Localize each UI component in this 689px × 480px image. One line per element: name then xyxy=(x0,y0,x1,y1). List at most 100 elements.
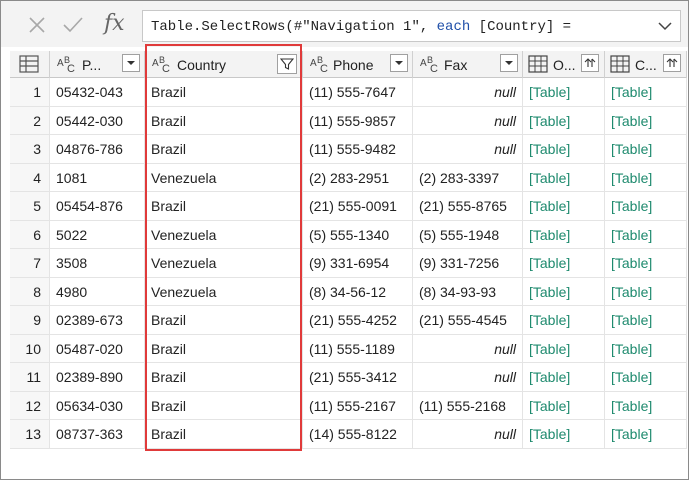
customers-link[interactable]: [Table] xyxy=(605,277,687,306)
postal-cell-text: 1081 xyxy=(56,169,88,186)
column-header-country[interactable]: ABC Country xyxy=(145,51,303,78)
phone-cell: (5) 555-1340 xyxy=(303,220,413,249)
dropdown-icon[interactable] xyxy=(500,54,518,72)
country-cell-text: Venezuela xyxy=(151,283,217,300)
phone-cell-text: (14) 555-8122 xyxy=(309,426,397,442)
column-header-fax[interactable]: ABC Fax xyxy=(413,51,523,78)
customers-link[interactable]: [Table] xyxy=(605,334,687,363)
phone-cell-text: (9) 331-6954 xyxy=(309,255,390,271)
formula-prefix: Table.SelectRows(#"Navigation 1", xyxy=(151,19,437,35)
postal-cell-text: 05454-876 xyxy=(56,198,123,214)
orders-link[interactable]: [Table] xyxy=(523,220,605,249)
table-type-icon xyxy=(528,55,548,76)
chevron-down-icon[interactable] xyxy=(656,18,674,39)
fax-cell: null xyxy=(413,363,523,392)
fax-cell: (8) 34-93-93 xyxy=(413,277,523,306)
fax-cell-text: (5) 555-1948 xyxy=(419,226,500,243)
column-header-orders[interactable]: O... xyxy=(523,51,605,78)
postal-cell: 05432-043 xyxy=(50,78,145,107)
customers-link[interactable]: [Table] xyxy=(605,220,687,249)
postal-cell: 02389-890 xyxy=(50,363,145,392)
close-icon[interactable] xyxy=(23,11,51,39)
orders-link[interactable]: [Table] xyxy=(523,106,605,135)
svg-text:C: C xyxy=(162,63,170,74)
customers-link-text: [Table] xyxy=(611,397,653,414)
phone-cell: (21) 555-4252 xyxy=(303,306,413,335)
table-row: 13 08737-363 Brazil (14) 555-8122 null [Table… xyxy=(10,420,687,449)
country-cell-text: Brazil xyxy=(151,397,187,414)
table-menu-button[interactable] xyxy=(10,51,50,78)
customers-link[interactable]: [Table] xyxy=(605,363,687,392)
postal-cell: 1081 xyxy=(50,163,145,192)
customers-link-text: [Table] xyxy=(611,169,653,186)
fax-cell-text: (21) 555-8765 xyxy=(419,198,507,214)
customers-link[interactable]: [Table] xyxy=(605,420,687,449)
phone-cell-text: (21) 555-0091 xyxy=(309,198,397,214)
orders-link[interactable]: [Table] xyxy=(523,277,605,306)
country-cell: Venezuela xyxy=(145,163,303,192)
customers-link[interactable]: [Table] xyxy=(605,135,687,164)
phone-cell-text: (11) 555-1189 xyxy=(309,340,395,357)
orders-link[interactable]: [Table] xyxy=(523,334,605,363)
table-row: 7 3508 Venezuela (9) 331-6954 (9) 331-7256 [T… xyxy=(10,249,687,278)
customers-link[interactable]: [Table] xyxy=(605,78,687,107)
country-cell: Brazil xyxy=(145,334,303,363)
phone-cell: (2) 283-2951 xyxy=(303,163,413,192)
customers-link[interactable]: [Table] xyxy=(605,306,687,335)
fax-cell-text: (11) 555-2168 xyxy=(419,397,506,414)
phone-cell: (11) 555-1189 xyxy=(303,334,413,363)
orders-link-text: [Table] xyxy=(529,84,571,100)
fax-cell: (9) 331-7256 xyxy=(413,249,523,278)
expand-icon[interactable] xyxy=(663,54,681,72)
customers-link-text: [Table] xyxy=(611,255,653,271)
orders-link[interactable]: [Table] xyxy=(523,306,605,335)
fax-cell: null xyxy=(413,334,523,363)
orders-link[interactable]: [Table] xyxy=(523,192,605,221)
column-header-postal[interactable]: ABC P... xyxy=(50,51,145,78)
column-header-phone[interactable]: ABC Phone xyxy=(303,51,413,78)
country-cell: Brazil xyxy=(145,420,303,449)
check-icon[interactable] xyxy=(59,11,87,39)
formula-input[interactable]: Table.SelectRows(#"Navigation 1", each [… xyxy=(142,10,681,42)
postal-cell: 02389-673 xyxy=(50,306,145,335)
country-cell: Brazil xyxy=(145,363,303,392)
phone-cell: (11) 555-7647 xyxy=(303,78,413,107)
customers-link[interactable]: [Table] xyxy=(605,249,687,278)
filter-icon[interactable] xyxy=(277,54,297,74)
customers-link[interactable]: [Table] xyxy=(605,192,687,221)
customers-link[interactable]: [Table] xyxy=(605,163,687,192)
phone-cell-text: (11) 555-2167 xyxy=(309,397,396,414)
customers-link-text: [Table] xyxy=(611,369,653,385)
row-number: 7 xyxy=(10,249,50,278)
orders-link[interactable]: [Table] xyxy=(523,391,605,420)
country-cell-text: Brazil xyxy=(151,369,187,385)
orders-link[interactable]: [Table] xyxy=(523,363,605,392)
svg-text:A: A xyxy=(152,58,159,69)
orders-link[interactable]: [Table] xyxy=(523,420,605,449)
customers-link[interactable]: [Table] xyxy=(605,391,687,420)
column-header-label: Phone xyxy=(333,57,374,73)
row-number: 1 xyxy=(10,78,50,107)
orders-link[interactable]: [Table] xyxy=(523,78,605,107)
expand-icon[interactable] xyxy=(581,54,599,72)
fax-cell-text: null xyxy=(494,426,516,442)
dropdown-icon[interactable] xyxy=(122,54,140,72)
dropdown-icon[interactable] xyxy=(390,54,408,72)
orders-link[interactable]: [Table] xyxy=(523,249,605,278)
fax-cell-text: (2) 283-3397 xyxy=(419,169,500,186)
formula-keyword: each xyxy=(436,19,471,35)
fx-icon: fx xyxy=(104,11,125,36)
country-cell: Brazil xyxy=(145,391,303,420)
orders-link[interactable]: [Table] xyxy=(523,135,605,164)
customers-link[interactable]: [Table] xyxy=(605,106,687,135)
column-header-customers[interactable]: C... xyxy=(605,51,687,78)
orders-link-text: [Table] xyxy=(529,226,571,243)
fax-cell-text: (9) 331-7256 xyxy=(419,255,500,271)
postal-cell: 5022 xyxy=(50,220,145,249)
postal-cell: 05487-020 xyxy=(50,334,145,363)
row-number: 8 xyxy=(10,277,50,306)
table-row: 11 02389-890 Brazil (21) 555-3412 null [Table… xyxy=(10,363,687,392)
country-cell-text: Brazil xyxy=(151,141,187,157)
orders-link[interactable]: [Table] xyxy=(523,163,605,192)
fax-cell: (5) 555-1948 xyxy=(413,220,523,249)
